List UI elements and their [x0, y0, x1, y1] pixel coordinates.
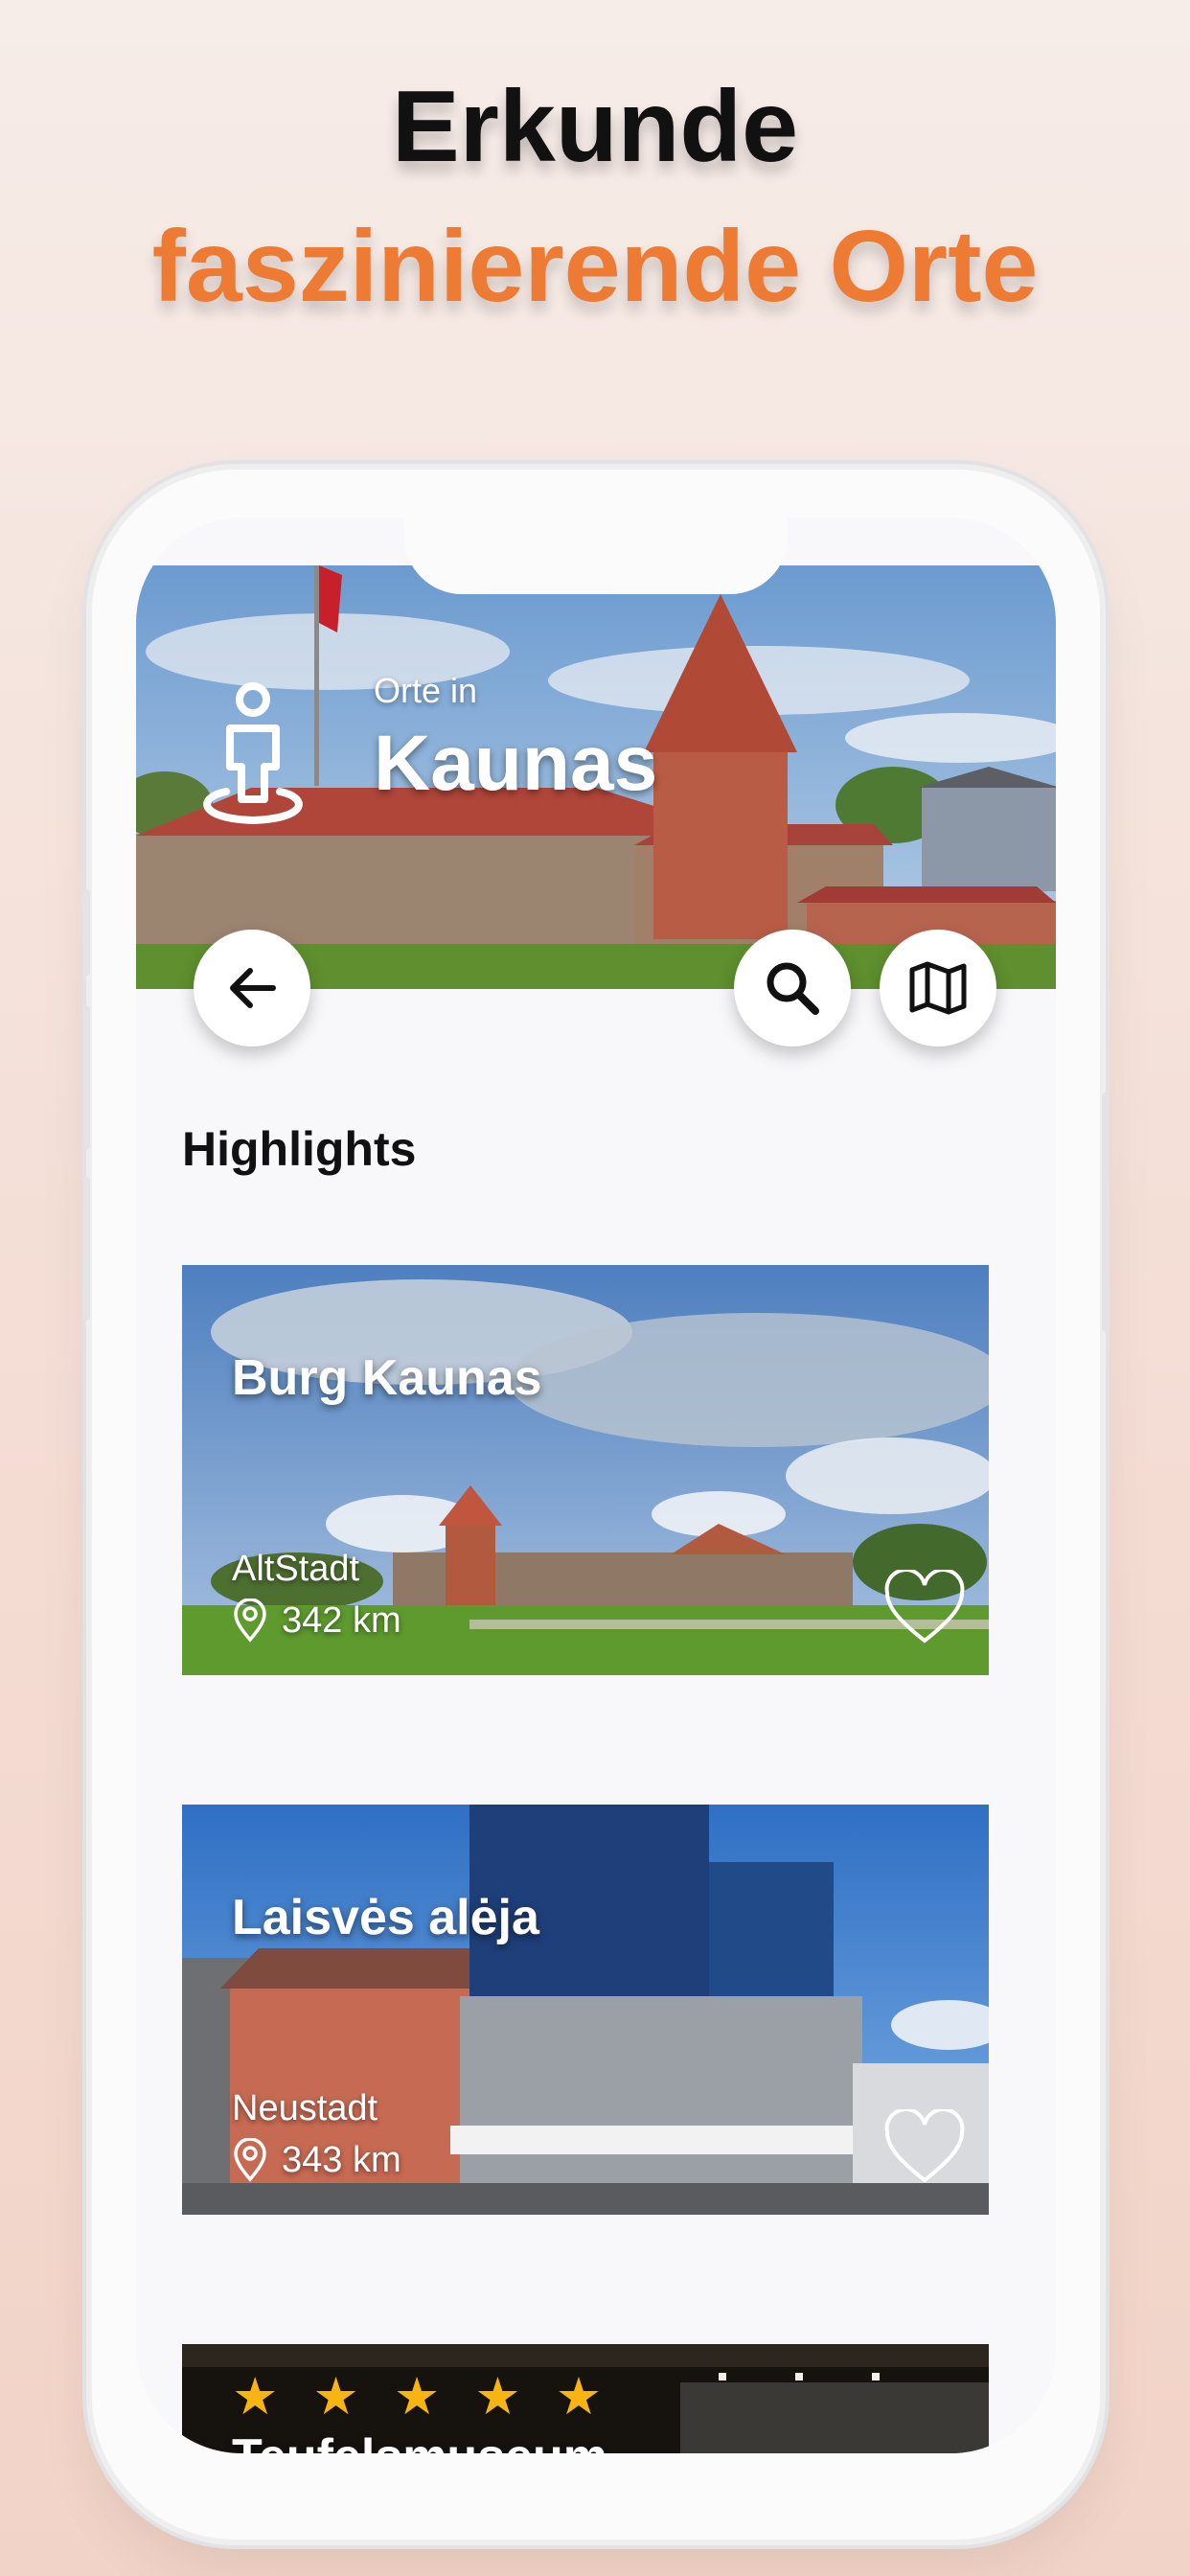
header-subtitle: Orte in: [374, 671, 478, 710]
location-pin-icon: [234, 2138, 266, 2182]
map-icon: [909, 961, 967, 1015]
phone-side-button: [82, 889, 90, 976]
location-pin-icon: [234, 1598, 266, 1643]
search-button[interactable]: [734, 930, 851, 1046]
phone-side-button: [1102, 1092, 1110, 1332]
phone-side-button: [82, 1177, 90, 1321]
map-button[interactable]: [880, 930, 996, 1046]
section-title: Highlights: [182, 1122, 417, 1176]
search-icon: [767, 962, 819, 1015]
place-name: Teufelsmuseum: [232, 2428, 607, 2453]
place-district: Neustadt: [232, 2088, 378, 2128]
star-icon: ★: [555, 2368, 603, 2426]
promo-headline-line2: faszinierende Orte: [151, 210, 1039, 323]
promo-headline-line1: Erkunde: [391, 70, 799, 183]
back-button[interactable]: [194, 930, 310, 1046]
place-name: Burg Kaunas: [232, 1350, 542, 1406]
place-distance-value: 343 km: [282, 2139, 401, 2180]
city-title: Kaunas: [374, 720, 658, 807]
arrow-left-icon: [230, 968, 276, 1008]
place-name: Laisvės alėja: [232, 1890, 539, 1945]
favorite-heart-icon[interactable]: [883, 2109, 966, 2186]
place-card[interactable]: Laisvės alėja Neustadt 343 km: [182, 1805, 989, 2215]
place-district: AltStadt: [232, 1549, 360, 1589]
place-distance-value: 342 km: [282, 1599, 401, 1641]
star-icon: ★: [312, 2368, 359, 2426]
place-distance: 343 km: [232, 2138, 401, 2182]
phone-notch: [404, 518, 788, 594]
place-distance: 342 km: [232, 1598, 401, 1643]
star-icon: ★: [232, 2368, 279, 2426]
place-card[interactable]: ★ ★ ★ ★ ★ Teufelsmuseum: [182, 2344, 989, 2453]
rating-stars: ★ ★ ★ ★ ★: [232, 2371, 602, 2423]
city-header-image: Orte in Kaunas: [136, 565, 1056, 989]
favorite-heart-icon[interactable]: [883, 1570, 966, 1646]
app-screen: Orte in Kaunas Highlights Burg Kaunas Al…: [136, 518, 1056, 2453]
place-card[interactable]: Burg Kaunas AltStadt 342 km: [182, 1265, 989, 1675]
star-icon: ★: [474, 2368, 521, 2426]
phone-side-button: [82, 1006, 90, 1150]
place-marker-icon: [203, 682, 303, 825]
star-icon: ★: [393, 2368, 441, 2426]
